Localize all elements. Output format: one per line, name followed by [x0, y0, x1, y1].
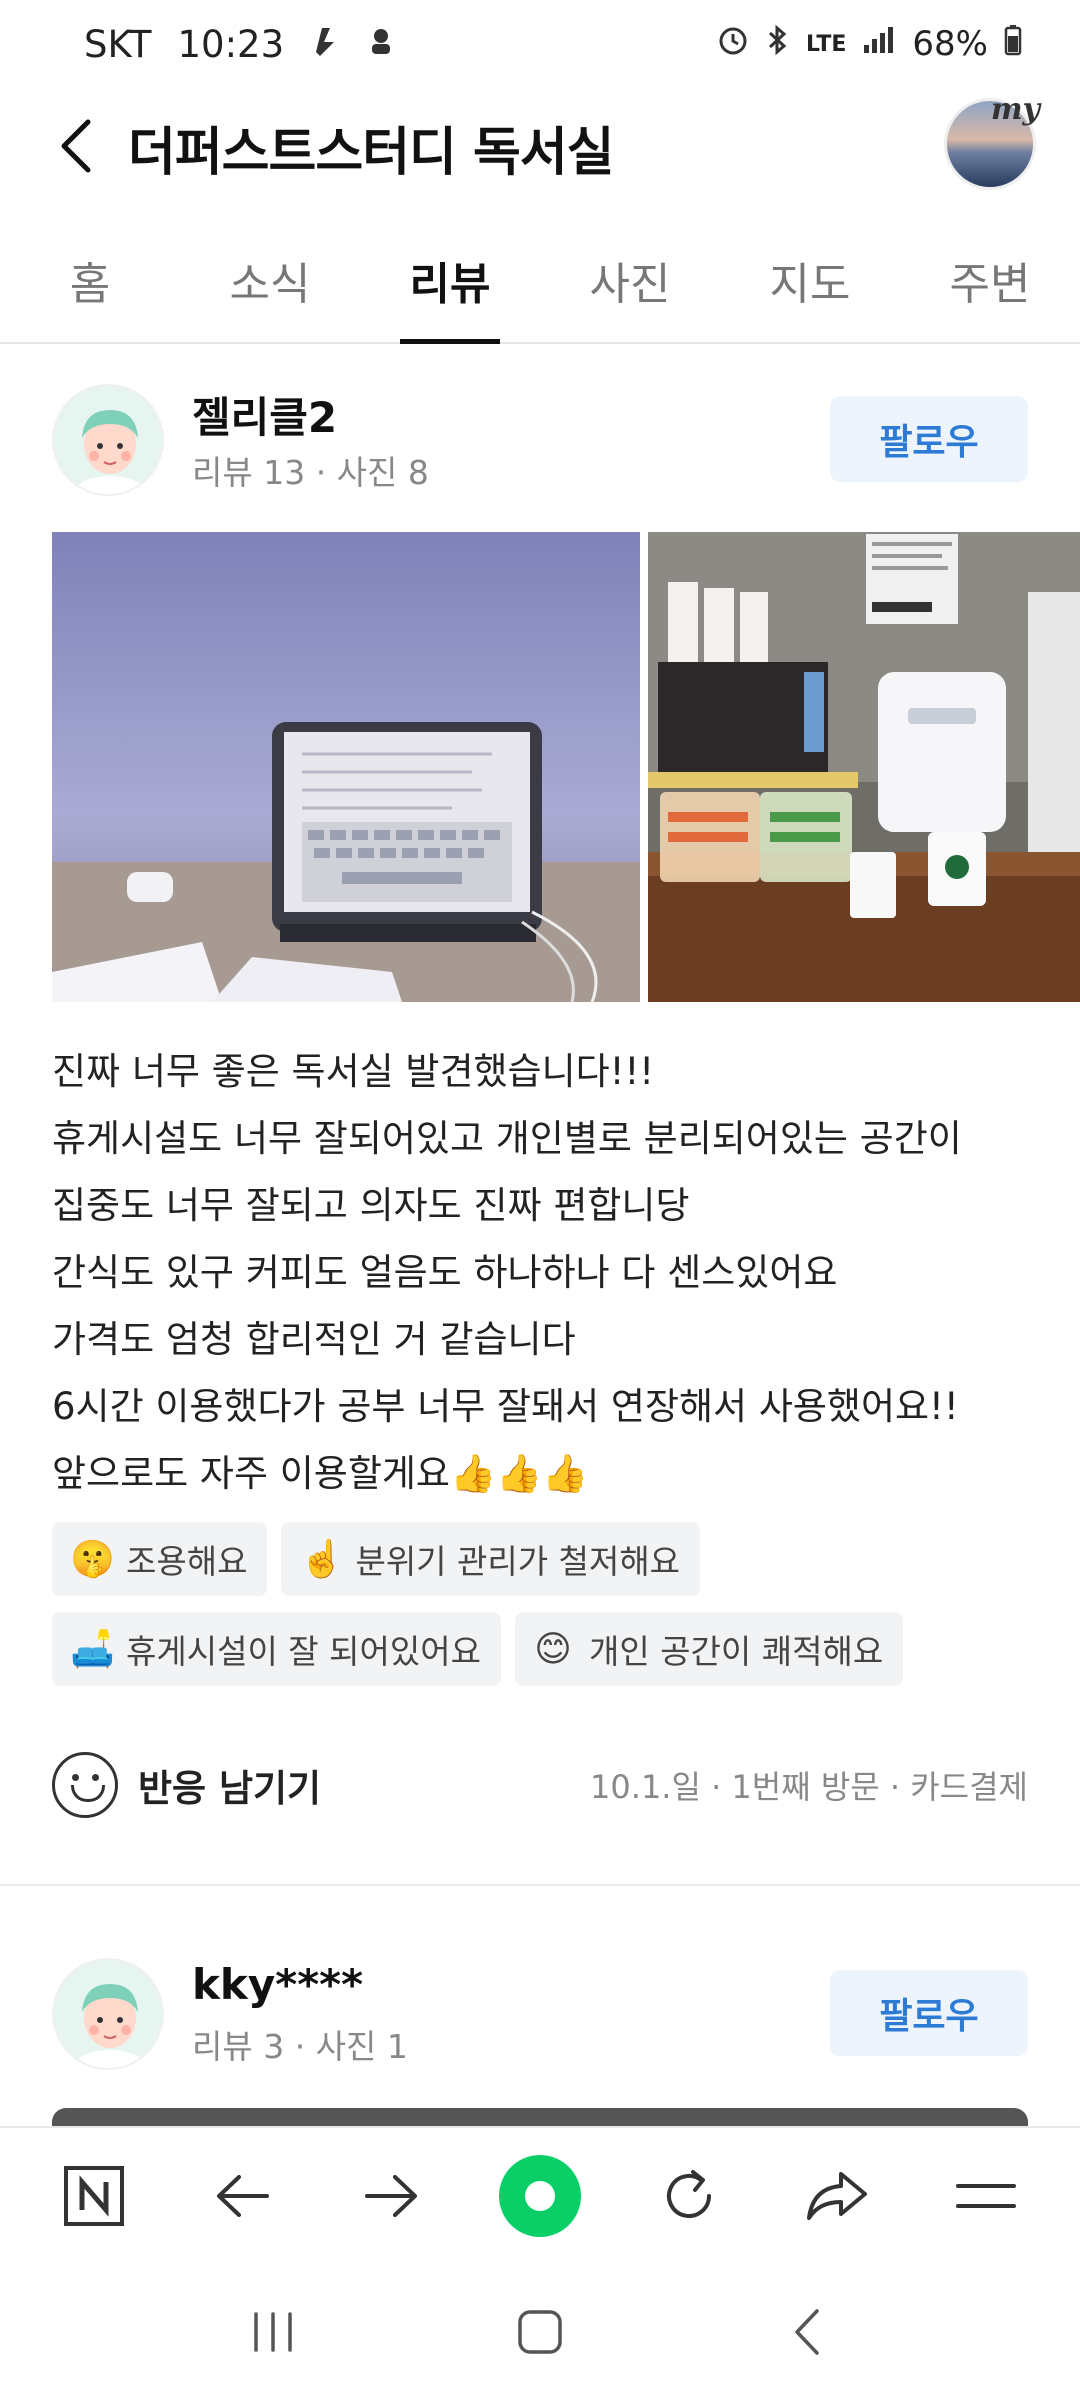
reaction-row: 반응 남기기 10.1.일 · 1번째 방문 · 카드결제 [52, 1750, 1028, 1820]
home-square-icon [518, 2310, 562, 2354]
app-header: 더퍼스트스터디 독서실 my [0, 92, 1080, 200]
signal-icon [862, 24, 896, 64]
review-line: 휴게시설도 너무 잘되어있고 개인별로 분리되어있는 공간이 [52, 1117, 962, 1160]
review-line: 집중도 너무 잘되고 의자도 진짜 편합니당 [52, 1184, 690, 1227]
alarm-icon [716, 23, 750, 66]
review-photo-lounge-snacks[interactable] [648, 532, 1080, 1002]
smile-face-icon: 😊 [534, 1628, 572, 1670]
system-back-button[interactable] [762, 2287, 852, 2377]
share-icon [807, 2172, 868, 2220]
author-meta: 리뷰 3 · 사진 1 [192, 2027, 408, 2066]
menu-icon [955, 2184, 1016, 2208]
leave-reaction-button[interactable]: 반응 남기기 [138, 1758, 321, 1812]
my-label: my [990, 92, 1040, 127]
tab-home[interactable]: 홈 [0, 236, 180, 342]
review-line: 간식도 있구 커피도 얼음도 하나하나 다 센스있어요 [52, 1251, 838, 1294]
carrier-label: SKT [84, 22, 152, 66]
recent-apps-button[interactable] [228, 2287, 318, 2377]
keyword-chip[interactable]: 😊 개인 공간이 쾌적해요 [514, 1612, 904, 1686]
avatar[interactable] [52, 1958, 164, 2070]
thumbs-up-emoji: 👍👍👍 [449, 1452, 589, 1495]
smile-reaction-icon[interactable] [52, 1752, 118, 1818]
refresh-icon [666, 2170, 711, 2218]
keyword-label: 조용해요 [126, 1542, 248, 1581]
green-dot-icon [498, 2155, 581, 2237]
app-notification-icon [366, 22, 396, 66]
visit-meta: 10.1.일 · 1번째 방문 · 카드결제 [590, 1768, 1028, 1806]
author-name[interactable]: 젤리클2 [192, 384, 337, 445]
naver-home-button[interactable] [44, 2146, 144, 2246]
tab-news[interactable]: 소식 [180, 236, 360, 342]
system-nav-bar [0, 2264, 1080, 2400]
author-name[interactable]: kky**** [192, 1960, 363, 2009]
tab-photos[interactable]: 사진 [540, 236, 720, 342]
tab-nearby[interactable]: 주변 [900, 236, 1080, 342]
pointing-finger-icon: ☝️ [299, 1539, 345, 1580]
recent-apps-icon [254, 2312, 293, 2352]
keyword-label: 휴게시설이 잘 되어있어요 [126, 1632, 481, 1671]
battery-level: 68% [912, 24, 988, 64]
share-button[interactable] [787, 2146, 887, 2246]
review-photos [52, 532, 1080, 1002]
refresh-button[interactable] [639, 2146, 739, 2246]
battery-icon [1004, 24, 1022, 65]
status-bar: SKT 10:23 LTE 68% [0, 0, 1080, 88]
forward-nav-button[interactable] [341, 2146, 441, 2246]
keyword-chips: 🤫 조용해요 ☝️ 분위기 관리가 철저해요 🛋️ 휴게시설이 잘 되어있어요 … [52, 1522, 1042, 1686]
review-line: 진짜 너무 좋은 독서실 발견했습니다!!! [52, 1050, 655, 1093]
keyword-chip[interactable]: 🤫 조용해요 [52, 1522, 268, 1596]
notification-icon [310, 22, 340, 66]
back-button[interactable] [44, 114, 108, 178]
tab-map[interactable]: 지도 [720, 236, 900, 342]
green-dot-button[interactable] [490, 2146, 590, 2246]
review-line: 앞으로도 자주 이용할게요 [52, 1452, 450, 1495]
keyword-chip[interactable]: ☝️ 분위기 관리가 철저해요 [281, 1522, 701, 1596]
follow-button[interactable]: 팔로우 [830, 396, 1028, 482]
network-type: LTE [806, 31, 847, 57]
couch-icon: 🛋️ [70, 1629, 115, 1670]
tab-reviews[interactable]: 리뷰 [360, 236, 540, 344]
follow-button[interactable]: 팔로우 [830, 1970, 1028, 2056]
keyword-label: 분위기 관리가 철저해요 [355, 1542, 681, 1581]
page-title: 더퍼스트스터디 독서실 [128, 123, 615, 183]
tab-bar: 홈 소식 리뷰 사진 지도 주변 [0, 236, 1080, 344]
review-text: 진짜 너무 좋은 독서실 발견했습니다!!! 휴게시설도 너무 잘되어있고 개인… [52, 1038, 1042, 1507]
back-nav-button[interactable] [193, 2146, 293, 2246]
naver-home-icon [64, 2166, 125, 2226]
avatar[interactable] [52, 384, 164, 496]
review-line: 가격도 엄청 합리적인 거 같습니다 [52, 1318, 576, 1361]
menu-button[interactable] [936, 2146, 1036, 2246]
review-photo-desk-tablet[interactable] [52, 532, 640, 1002]
bluetooth-icon [766, 23, 790, 66]
chevron-left-icon [61, 119, 91, 173]
clock: 10:23 [177, 22, 285, 66]
back-arrow-icon [216, 2175, 269, 2217]
review-line: 6시간 이용했다가 공부 너무 잘돼서 연장해서 사용했어요!! [52, 1385, 959, 1428]
author-meta: 리뷰 13 · 사진 8 [192, 453, 429, 492]
keyword-chip[interactable]: 🛋️ 휴게시설이 잘 되어있어요 [52, 1612, 501, 1686]
forward-arrow-icon [365, 2175, 418, 2217]
browser-toolbar [0, 2126, 1080, 2264]
system-back-icon [794, 2309, 819, 2355]
home-button[interactable] [495, 2287, 585, 2377]
keyword-label: 개인 공간이 쾌적해요 [588, 1632, 884, 1671]
review-divider [0, 1884, 1080, 1886]
shush-icon: 🤫 [70, 1539, 115, 1580]
review-line-last: 앞으로도 자주 이용할게요👍👍👍 [52, 1440, 1042, 1507]
